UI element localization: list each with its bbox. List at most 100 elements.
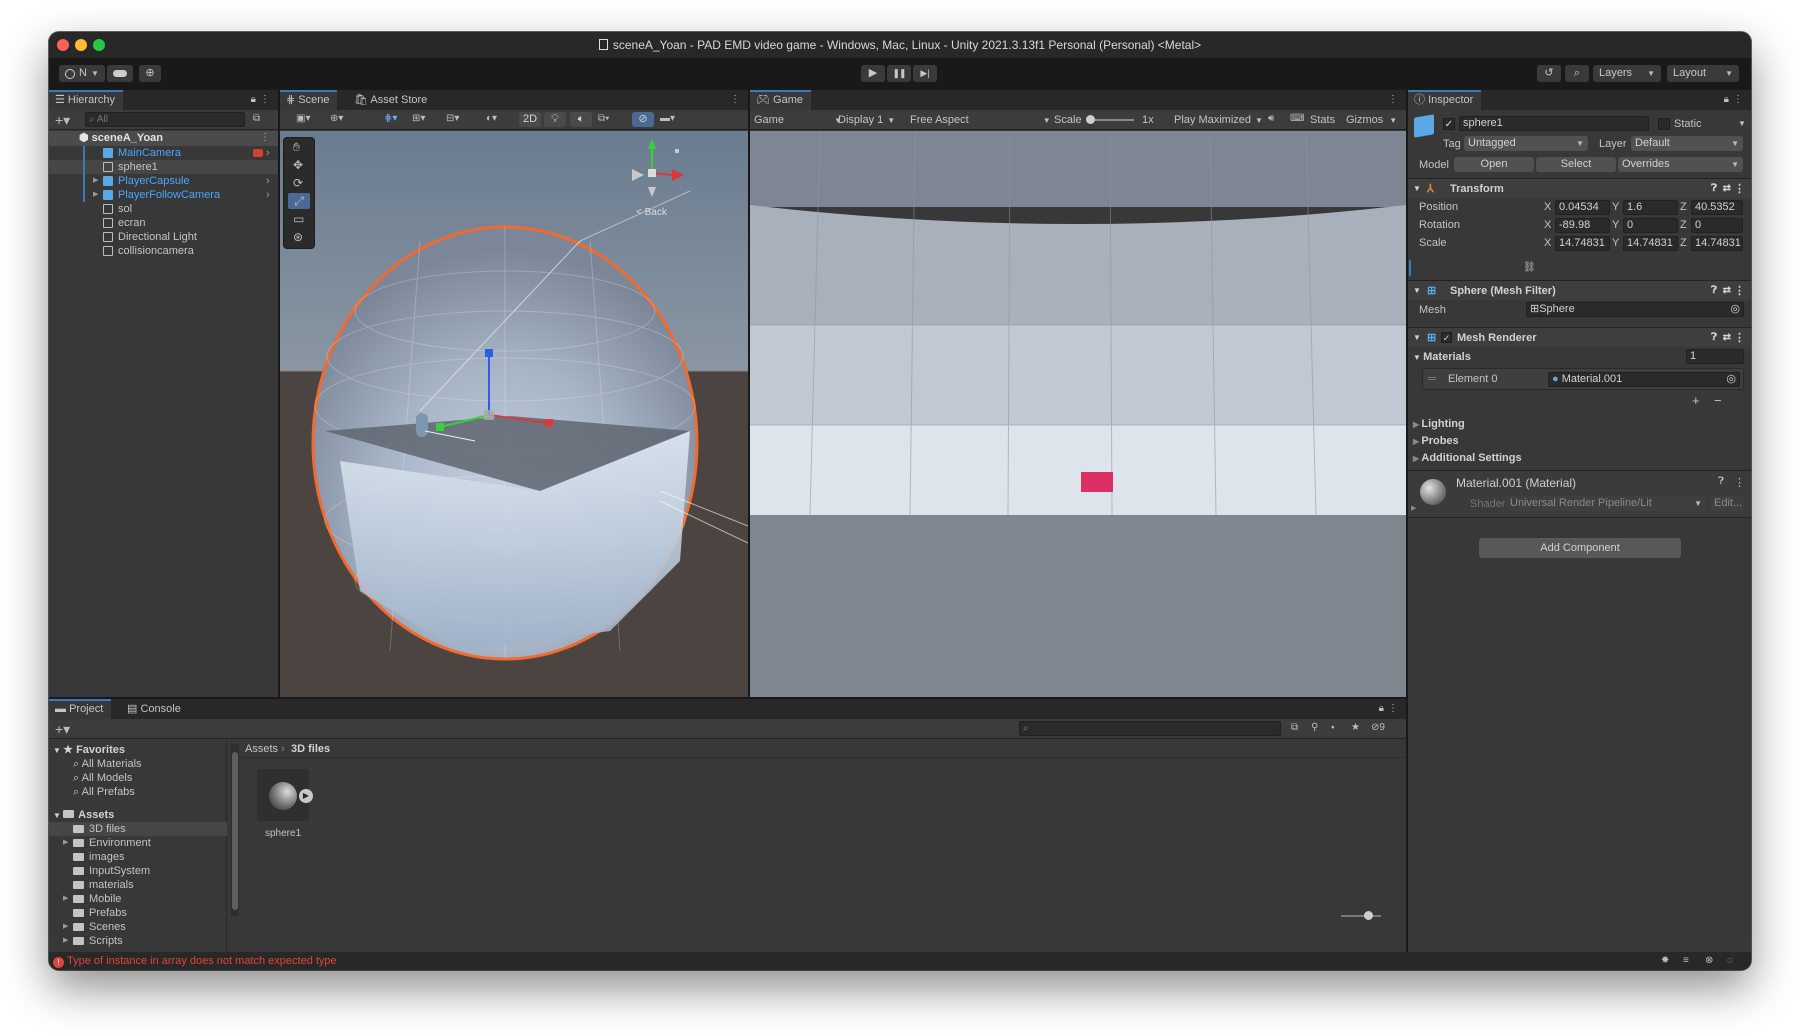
asset-sphere1[interactable]: ▶ sphere1 [257, 769, 313, 841]
bug-icon[interactable]: ✸ [1661, 955, 1669, 966]
tree-scrollbar-thumb[interactable] [232, 752, 238, 910]
scene-row[interactable]: ⬢ sceneA_Yoan ⋮ [49, 131, 278, 146]
undo-history-button[interactable]: ↺ [1537, 65, 1561, 82]
more-options-icon[interactable]: ⋮ [1733, 94, 1743, 105]
chevron-right-icon[interactable]: › [266, 174, 270, 188]
tab-game[interactable]: 🎮︎ Game [750, 90, 811, 110]
audio-toggle-button[interactable]: 🔈︎ [570, 112, 592, 127]
more-options-icon[interactable]: ⋮ [260, 132, 270, 143]
project-search-input[interactable]: ⌕ [1019, 721, 1281, 736]
scene-viewport[interactable]: < Back ✋︎ ✥ ⟳ ⤢ ▭ ⊛ [280, 131, 748, 697]
foldout-icon[interactable]: ▶ [63, 892, 68, 906]
search-by-type-icon[interactable]: ⧉ [1291, 722, 1298, 733]
select-model-button[interactable]: Select [1536, 157, 1616, 172]
foldout-icon[interactable]: ▶ [93, 174, 98, 188]
hand-tool-icon[interactable]: ✋︎ [293, 140, 300, 155]
axis-z-label[interactable]: Z [1680, 237, 1687, 249]
axis-x-label[interactable]: X [1544, 201, 1551, 213]
rotate-tool-icon[interactable]: ⟳ [293, 176, 303, 190]
preset-icon[interactable]: ⇄ [1723, 179, 1731, 199]
breadcrumb-assets[interactable]: Assets [245, 742, 278, 756]
star-icon[interactable]: ★ [1351, 722, 1360, 733]
search-by-label-icon[interactable]: ⚲ [1311, 722, 1318, 733]
component-menu-icon[interactable]: ⋮ [1734, 476, 1745, 489]
step-button[interactable]: ▶| [913, 65, 937, 82]
folder-item[interactable]: ▶ Scenes [49, 920, 227, 934]
mesh-renderer-header[interactable]: ▼ ⊞ ✓ Mesh Renderer ❓︎ ⇄ ⋮ [1408, 327, 1751, 347]
rotation-y-field[interactable]: 0 [1623, 218, 1678, 233]
additional-settings-foldout[interactable]: ▶ Additional Settings [1413, 452, 1522, 464]
mesh-filter-header[interactable]: ▼ ⊞ Sphere (Mesh Filter) ❓︎ ⇄ ⋮ [1408, 280, 1751, 300]
rect-tool-icon[interactable]: ▭ [293, 212, 304, 226]
hidden-packages-icon[interactable]: ⊘9 [1371, 722, 1385, 733]
axis-z-label[interactable]: Z [1680, 201, 1687, 213]
zoom-slider[interactable] [1341, 915, 1381, 917]
snap-increment-dropdown[interactable]: ⊞▾ [412, 113, 425, 124]
scale-z-field[interactable]: 14.74831 [1691, 236, 1743, 251]
chevron-down-icon[interactable]: ▼ [1738, 119, 1746, 128]
play-mode-dropdown[interactable]: Play Maximized ▼ [1174, 113, 1263, 127]
game-mode-dropdown[interactable]: Game ▼ [754, 113, 842, 127]
move-tool-icon[interactable]: ✥ [293, 158, 303, 172]
layer-dropdown[interactable]: Default ▼ [1631, 136, 1743, 151]
shader-dropdown[interactable]: Universal Render Pipeline/Lit ▼ [1506, 496, 1706, 511]
chevron-right-icon[interactable]: › [266, 146, 270, 160]
favorite-item[interactable]: ⌕ All Prefabs [73, 785, 135, 799]
search-button[interactable]: ⌕ [1565, 65, 1589, 82]
more-options-icon[interactable]: ⋮ [1388, 94, 1398, 105]
collab-button[interactable]: ⊕ [139, 65, 161, 82]
object-picker-icon[interactable]: ◎ [1730, 303, 1740, 316]
transform-header[interactable]: ▼ ⅄ Transform ❓︎ ⇄ ⋮ [1408, 178, 1751, 198]
tab-hierarchy[interactable]: ☰ Hierarchy [49, 90, 123, 110]
open-model-button[interactable]: Open [1454, 157, 1534, 172]
mute-audio-icon[interactable]: 🔊︎ [1268, 113, 1274, 124]
assets-foldout[interactable]: ▼ Assets [53, 808, 114, 822]
scale-tool-icon[interactable]: ⤢ [288, 193, 310, 209]
play-button[interactable]: ▶ [861, 65, 885, 82]
tab-scene[interactable]: ⋕ Scene [280, 90, 338, 110]
remove-element-button[interactable]: − [1714, 393, 1722, 408]
pivot-dropdown[interactable]: ⊕▾ [330, 113, 343, 124]
game-viewport[interactable] [750, 131, 1406, 697]
gizmos-dropdown[interactable]: Gizmos ▼ [1346, 113, 1397, 127]
lock-icon[interactable]: 🔒︎ [1724, 94, 1729, 105]
folder-item[interactable]: 3D files [49, 822, 227, 836]
tag-dropdown[interactable]: Untagged ▼ [1464, 136, 1588, 151]
add-component-button[interactable]: Add Component [1479, 538, 1681, 558]
grid-dropdown[interactable]: ⊟▾ [446, 113, 459, 124]
preset-icon[interactable]: ⇄ [1723, 328, 1731, 348]
hidden-objects-toggle[interactable]: ⊘ [632, 112, 654, 127]
component-menu-icon[interactable]: ⋮ [1734, 179, 1745, 199]
help-icon[interactable]: ❓︎ [1711, 328, 1717, 348]
cloud-button[interactable] [107, 65, 133, 82]
favorite-item[interactable]: ⌕ All Materials [73, 757, 142, 771]
overrides-dropdown[interactable]: Overrides ▼ [1618, 157, 1743, 172]
help-icon[interactable]: ❓︎ [1718, 476, 1724, 487]
cache-icon[interactable]: ⊗ [1705, 955, 1713, 966]
axis-y-label[interactable]: Y [1612, 237, 1619, 249]
more-options-icon[interactable]: ⋮ [730, 94, 740, 105]
position-z-field[interactable]: 40.5352 [1691, 200, 1743, 215]
draw-mode-dropdown[interactable]: ▣▾ [296, 113, 310, 124]
hierarchy-item-directional-light[interactable]: Directional Light [49, 230, 278, 244]
materials-foldout[interactable]: ▼ Materials [1413, 351, 1471, 363]
lighting-toggle-button[interactable]: 💡︎ [544, 112, 566, 127]
hierarchy-item-collisioncamera[interactable]: collisioncamera [49, 244, 278, 258]
scale-x-field[interactable]: 14.74831 [1555, 236, 1610, 251]
mesh-renderer-enabled-checkbox[interactable]: ✓ [1441, 332, 1452, 343]
active-checkbox[interactable]: ✓ [1443, 118, 1455, 130]
breadcrumb-3d-files[interactable]: 3D files [291, 742, 330, 756]
search-options-icon[interactable]: ⧉ [253, 113, 260, 124]
expand-asset-icon[interactable]: ▶ [299, 789, 313, 803]
tab-inspector[interactable]: ⓘ Inspector [1408, 90, 1482, 110]
minimize-window-button[interactable] [75, 39, 87, 51]
tab-console[interactable]: ▤ Console [121, 699, 189, 719]
favorite-item[interactable]: ⌕ All Models [73, 771, 132, 785]
effects-dropdown[interactable]: ⧉▾ [598, 113, 609, 124]
stats-button[interactable]: Stats [1310, 113, 1335, 127]
axis-x-label[interactable]: X [1544, 237, 1551, 249]
folder-item[interactable]: ▶ Mobile [49, 892, 227, 906]
drag-handle-icon[interactable]: ═ [1428, 373, 1436, 385]
pause-button[interactable]: ❚❚ [887, 65, 911, 82]
folder-item[interactable]: images [49, 850, 227, 864]
